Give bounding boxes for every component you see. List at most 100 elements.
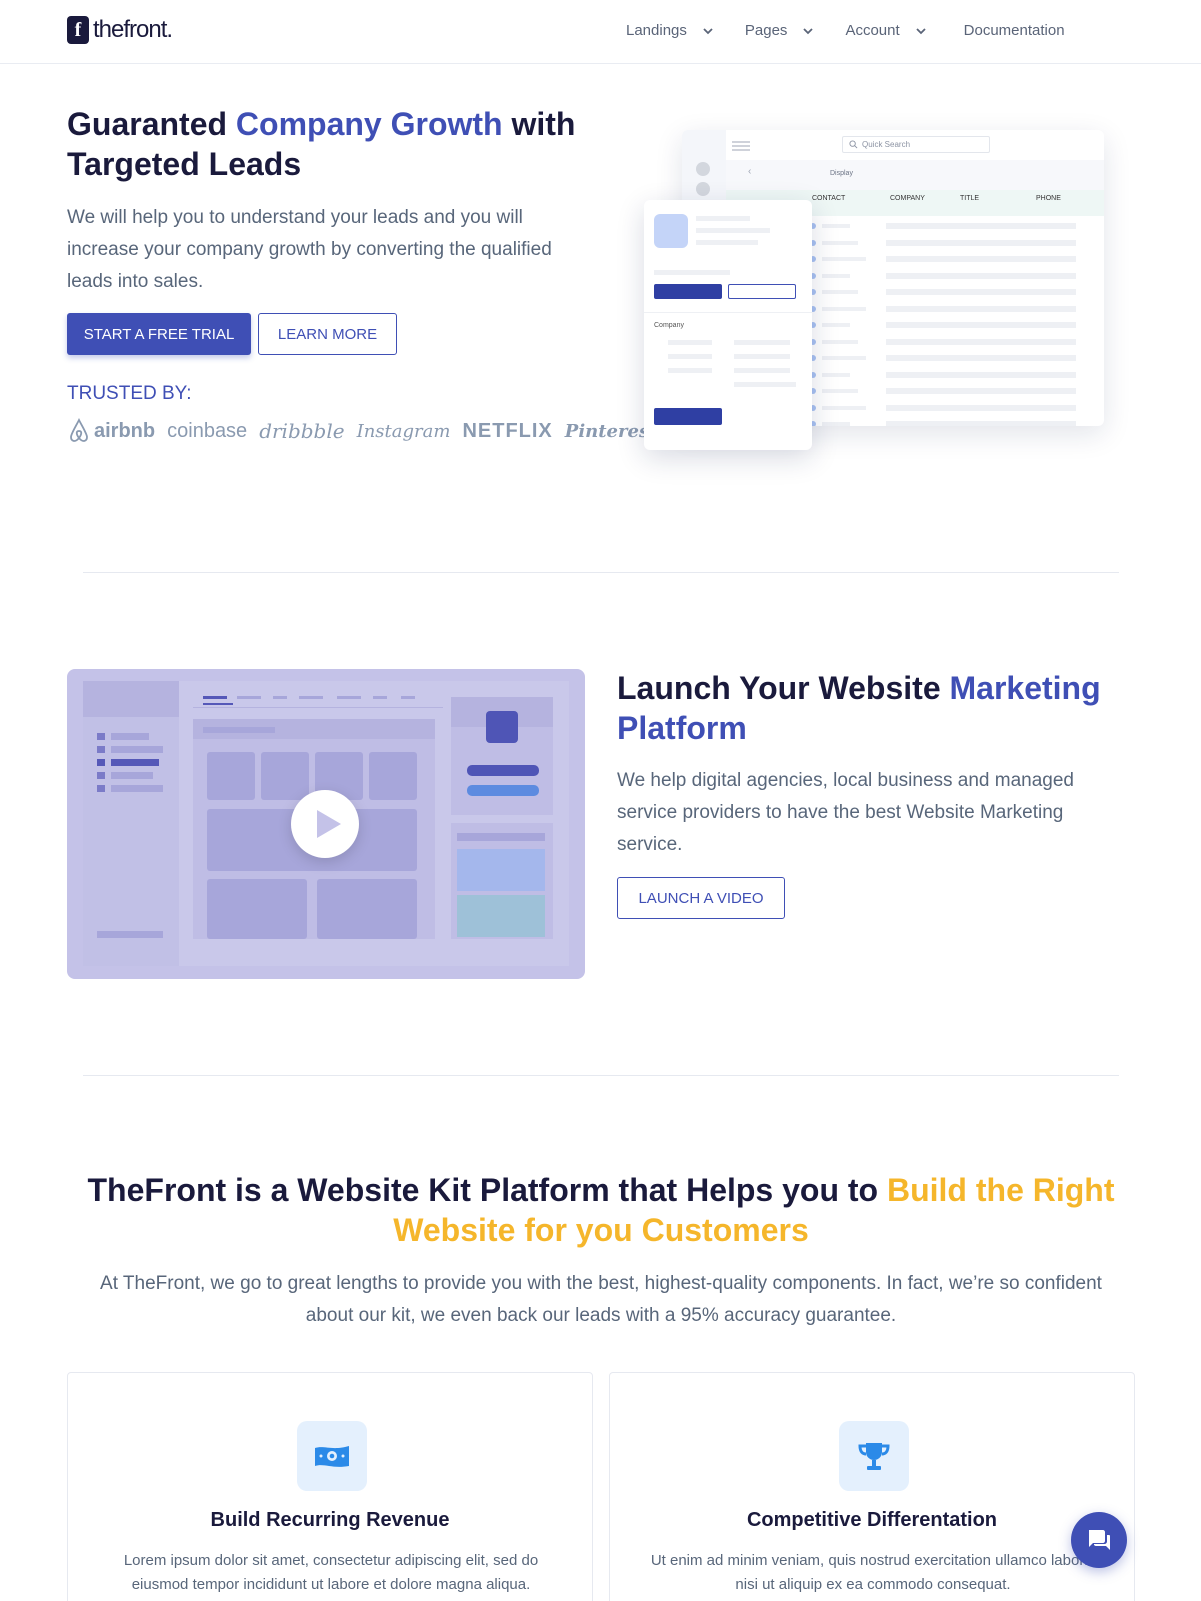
nav-landings[interactable]: Landings xyxy=(626,22,745,39)
chevron-down-icon xyxy=(703,27,713,34)
nav-documentation[interactable]: Documentation xyxy=(964,22,1065,39)
row-bar xyxy=(822,389,858,393)
contact-avatar xyxy=(654,214,688,248)
logo-text: thefront. xyxy=(93,16,173,43)
marketing-title-part: Launch Your Website xyxy=(617,670,950,706)
row-bar xyxy=(886,404,1076,411)
card-outline-button xyxy=(728,284,796,299)
chevron-down-icon xyxy=(803,27,814,34)
start-free-trial-button[interactable]: START A FREE TRIAL xyxy=(67,313,251,355)
placeholder-line xyxy=(696,240,758,245)
brand-name: airbnb xyxy=(94,419,156,442)
feature-card-revenue: Build Recurring Revenue Lorem ipsum dolo… xyxy=(67,1372,593,1601)
money-icon-box xyxy=(297,1421,367,1491)
launch-video-button[interactable]: LAUNCH A VIDEO xyxy=(617,877,785,919)
placeholder-line xyxy=(734,382,796,387)
column-header: COMPANY xyxy=(890,195,925,202)
feature-card-differentiation: Competitive Differentation Ut enim ad mi… xyxy=(609,1372,1135,1601)
brand-name: coinbase xyxy=(167,419,248,442)
placeholder-line xyxy=(668,340,712,345)
card-divider xyxy=(644,312,812,313)
contact-card: Company xyxy=(644,200,812,450)
dash-search-input: Quick Search xyxy=(842,136,990,153)
nav-pages[interactable]: Pages xyxy=(745,22,846,39)
card-primary-button xyxy=(654,284,722,299)
column-header: PHONE xyxy=(1036,195,1061,202)
money-icon xyxy=(315,1446,349,1467)
section-divider xyxy=(83,572,1119,573)
column-header: CONTACT xyxy=(812,195,846,202)
dash-avatar xyxy=(696,182,710,196)
feature-description: Ut enim ad minim veniam, quis nostrud ex… xyxy=(650,1552,1096,1593)
nav-label: Account xyxy=(845,22,900,39)
hero-title-part: Guaranted xyxy=(67,106,236,142)
dash-toolbar: ‹ Display xyxy=(726,160,1104,190)
section-divider xyxy=(83,1075,1119,1076)
nav-label: Landings xyxy=(626,22,687,39)
row-bar xyxy=(886,239,1076,246)
marketing-description: We help digital agencies, local business… xyxy=(617,770,1075,855)
kit-title-part: TheFront is a Website Kit Platform that … xyxy=(87,1172,887,1208)
feature-description: Lorem ipsum dolor sit amet, consectetur … xyxy=(123,1552,539,1593)
hero-title-accent: Company Growth xyxy=(235,106,503,142)
nav-label: Pages xyxy=(744,22,788,39)
row-bar xyxy=(822,306,866,311)
trophy-icon-box xyxy=(839,1421,909,1491)
row-bar xyxy=(822,372,850,377)
row-bar xyxy=(822,224,850,228)
coinbase-logo: coinbase xyxy=(167,420,247,443)
placeholder-line xyxy=(696,216,750,221)
play-icon xyxy=(317,810,341,838)
row-bar xyxy=(822,339,858,344)
row-bar xyxy=(886,421,1076,426)
airbnb-logo: airbnb xyxy=(67,418,155,444)
placeholder-line xyxy=(668,354,712,359)
dash-avatar xyxy=(696,162,710,176)
trophy-icon xyxy=(858,1443,890,1470)
trusted-by-label: TRUSTED BY: xyxy=(67,383,192,404)
row-bar xyxy=(822,405,866,410)
placeholder-line xyxy=(734,354,790,359)
card-save-button xyxy=(654,408,722,425)
dribbble-logo: dribbble xyxy=(259,419,344,443)
row-bar xyxy=(822,290,858,294)
display-label: Display xyxy=(830,170,853,177)
row-bar xyxy=(886,322,1076,328)
marketing-title: Launch Your Website Marketing Platform xyxy=(617,668,1117,748)
card-section-label: Company xyxy=(654,322,684,329)
brand-logos: airbnb coinbase dribbble Instagram NETFL… xyxy=(67,418,669,444)
chat-button[interactable] xyxy=(1071,1512,1127,1568)
netflix-logo: NETFLIX xyxy=(462,420,552,443)
instagram-logo: Instagram xyxy=(357,421,451,442)
video-thumbnail[interactable] xyxy=(67,669,585,979)
play-button[interactable] xyxy=(291,790,359,858)
placeholder-line xyxy=(696,228,770,233)
hero-description: We will help you to understand your lead… xyxy=(67,207,552,292)
row-bar xyxy=(886,338,1076,345)
chat-icon xyxy=(1089,1530,1110,1550)
row-bar xyxy=(886,371,1076,378)
logo-mark: f xyxy=(67,16,89,44)
search-placeholder: Quick Search xyxy=(862,140,911,149)
logo[interactable]: f thefront. xyxy=(67,16,173,44)
main-nav: Landings Pages Account Documentation xyxy=(626,22,1065,39)
row-bar xyxy=(822,422,850,426)
back-chevron-icon: ‹ xyxy=(748,166,752,177)
nav-label: Documentation xyxy=(963,22,1065,39)
top-navbar: f thefront. Landings Pages Account Docum… xyxy=(0,0,1201,64)
brand-name: Instagram xyxy=(356,420,451,442)
row-bar xyxy=(886,355,1076,361)
kit-title: TheFront is a Website Kit Platform that … xyxy=(83,1170,1119,1250)
learn-more-button[interactable]: LEARN MORE xyxy=(258,313,397,355)
row-bar xyxy=(822,240,858,245)
row-bar xyxy=(822,273,850,278)
chevron-down-icon xyxy=(916,27,926,34)
row-bar xyxy=(822,323,850,327)
feature-title: Competitive Differentation xyxy=(746,1509,998,1531)
feature-title: Build Recurring Revenue xyxy=(210,1509,450,1531)
placeholder-line xyxy=(734,368,790,373)
nav-account[interactable]: Account xyxy=(845,22,957,39)
row-bar xyxy=(886,388,1076,394)
row-bar xyxy=(822,356,866,360)
row-bar xyxy=(886,305,1076,312)
